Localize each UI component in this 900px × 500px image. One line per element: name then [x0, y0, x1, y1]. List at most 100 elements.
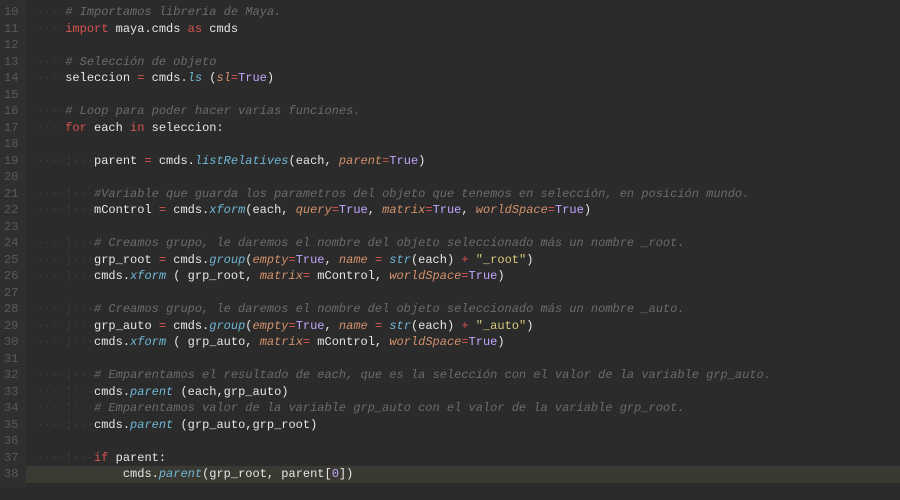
- token-id: cmds.: [144, 71, 187, 85]
- token-id: mControl: [94, 203, 159, 217]
- token-op: =: [159, 203, 166, 217]
- code-line[interactable]: ····¦···cmds.parent (grp_auto,grp_root): [36, 417, 771, 434]
- line-number: 33: [4, 384, 18, 401]
- indent-guide: ····: [36, 368, 65, 382]
- token-id: ): [584, 203, 591, 217]
- indent-guide: ····: [36, 104, 65, 118]
- code-line[interactable]: [36, 37, 771, 54]
- token-op: =: [159, 319, 166, 333]
- token-kw: for: [65, 121, 87, 135]
- token-cmt: # Creamos grupo, le daremos el nombre de…: [94, 302, 685, 316]
- indent-guide: ····: [36, 187, 65, 201]
- indent-guide: ····: [36, 121, 65, 135]
- line-number: 16: [4, 103, 18, 120]
- code-line[interactable]: [36, 351, 771, 368]
- indent-guide: ····: [36, 269, 65, 283]
- line-number: 21: [4, 186, 18, 203]
- code-line[interactable]: ····¦···if parent:: [36, 450, 771, 467]
- line-number: 28: [4, 301, 18, 318]
- line-number: 12: [4, 37, 18, 54]
- token-op: =: [461, 335, 468, 349]
- token-id: ): [497, 269, 504, 283]
- indent-guide: ¦···: [65, 302, 94, 316]
- code-line[interactable]: ····seleccion = cmds.ls (sl=True): [36, 70, 771, 87]
- line-number: 25: [4, 252, 18, 269]
- token-num: 0: [332, 467, 339, 481]
- indent-guide: ¦···: [94, 467, 123, 481]
- code-line[interactable]: ····¦···#Variable que guarda los paramet…: [36, 186, 771, 203]
- code-line[interactable]: ····¦···# Creamos grupo, le daremos el n…: [36, 301, 771, 318]
- code-area[interactable]: ····# Importamos libreria de Maya.····im…: [26, 0, 771, 487]
- token-cmt: # Loop para poder hacer varias funciones…: [65, 104, 360, 118]
- indent-guide: ¦···: [65, 335, 94, 349]
- indent-guide: ····: [36, 385, 65, 399]
- line-number: 14: [4, 70, 18, 87]
- token-bi: str: [389, 253, 411, 267]
- token-id: mControl,: [310, 335, 389, 349]
- token-id: grp_root: [94, 253, 159, 267]
- indent-guide: ····: [36, 302, 65, 316]
- token-kw: if: [94, 451, 108, 465]
- token-fn: group: [209, 319, 245, 333]
- indent-guide: ¦···: [65, 253, 94, 267]
- code-line[interactable]: [36, 433, 771, 450]
- code-line[interactable]: ····¦···cmds.xform ( grp_root, matrix= m…: [36, 268, 771, 285]
- code-line[interactable]: ····¦···grp_root = cmds.group(empty=True…: [36, 252, 771, 269]
- token-cmt: # Importamos libreria de Maya.: [65, 5, 281, 19]
- code-line[interactable]: ····¦···# Emparentamos el resultado de e…: [36, 367, 771, 384]
- token-par: empty: [252, 253, 288, 267]
- token-id: maya.cmds: [108, 22, 187, 36]
- line-number: 10: [4, 4, 18, 21]
- indent-guide: ····: [36, 335, 65, 349]
- token-id: cmds.: [94, 385, 130, 399]
- code-line[interactable]: ····¦···grp_auto = cmds.group(empty=True…: [36, 318, 771, 335]
- token-par: parent: [339, 154, 382, 168]
- code-line[interactable]: ····# Importamos libreria de Maya.: [36, 4, 771, 21]
- token-id: (each): [411, 319, 461, 333]
- token-id: cmds.: [94, 269, 130, 283]
- token-par: query: [296, 203, 332, 217]
- token-op: =: [289, 319, 296, 333]
- indent-guide: ····: [36, 319, 65, 333]
- code-line[interactable]: ····¦···mControl = cmds.xform(each, quer…: [36, 202, 771, 219]
- token-bol: True: [296, 253, 325, 267]
- code-line[interactable]: ····# Loop para poder hacer varias funci…: [36, 103, 771, 120]
- token-op: +: [461, 319, 468, 333]
- token-bi: str: [389, 319, 411, 333]
- code-line[interactable]: [36, 136, 771, 153]
- code-line[interactable]: ····¦···cmds.xform ( grp_auto, matrix= m…: [36, 334, 771, 351]
- token-id: (each,grp_auto): [173, 385, 288, 399]
- token-id: [469, 253, 476, 267]
- code-line[interactable]: ····for each in seleccion:: [36, 120, 771, 137]
- code-line[interactable]: ····import maya.cmds as cmds: [36, 21, 771, 38]
- token-par: worldSpace: [389, 335, 461, 349]
- line-number: 35: [4, 417, 18, 434]
- token-id: ): [267, 71, 274, 85]
- code-line[interactable]: ····¦···¦···cmds.parent(grp_root, parent…: [26, 466, 900, 483]
- code-line[interactable]: [36, 169, 771, 186]
- code-line[interactable]: ····¦···# Creamos grupo, le daremos el n…: [36, 235, 771, 252]
- line-number: 24: [4, 235, 18, 252]
- code-line[interactable]: [36, 87, 771, 104]
- code-line[interactable]: [36, 219, 771, 236]
- token-id: ]): [339, 467, 353, 481]
- code-line[interactable]: ····# Selección de objeto: [36, 54, 771, 71]
- token-par: matrix: [382, 203, 425, 217]
- code-line[interactable]: ····¦···cmds.parent (each,grp_auto): [36, 384, 771, 401]
- code-line[interactable]: [36, 285, 771, 302]
- code-line[interactable]: ····¦···# Emparentamos valor de la varia…: [36, 400, 771, 417]
- token-fn: xform: [130, 335, 166, 349]
- token-par: matrix: [260, 269, 303, 283]
- code-line[interactable]: ····¦···parent = cmds.listRelatives(each…: [36, 153, 771, 170]
- token-id: ,: [368, 203, 382, 217]
- token-id: [368, 319, 375, 333]
- line-number: 20: [4, 169, 18, 186]
- token-fn: group: [209, 253, 245, 267]
- token-id: (grp_root, parent[: [202, 467, 332, 481]
- token-bol: True: [469, 335, 498, 349]
- token-bol: True: [433, 203, 462, 217]
- token-id: cmds.: [166, 203, 209, 217]
- line-number: 29: [4, 318, 18, 335]
- indent-guide: ¦···: [65, 154, 94, 168]
- code-editor[interactable]: 1011121314151617181920212223242526272829…: [0, 0, 900, 487]
